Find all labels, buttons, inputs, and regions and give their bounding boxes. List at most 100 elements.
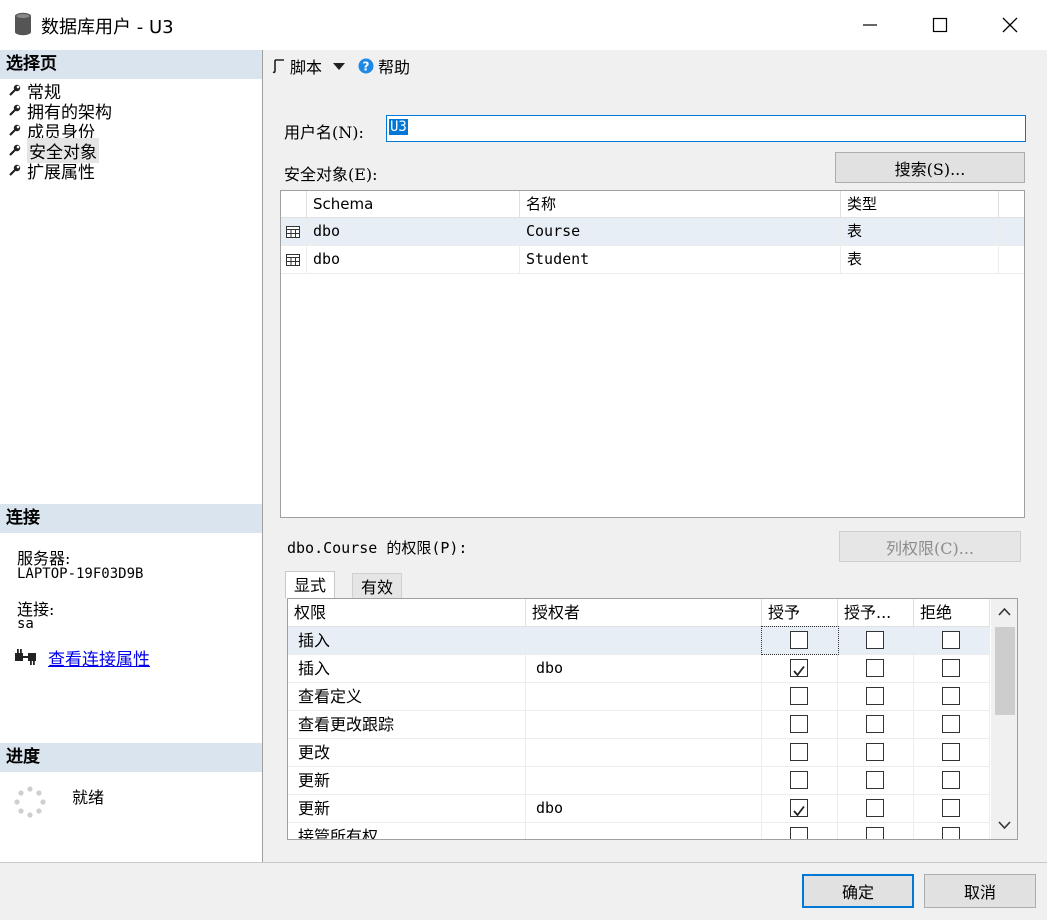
grant-checkbox[interactable] (790, 827, 808, 839)
cell-with-grant (838, 767, 914, 794)
cell-type: 表 (841, 218, 999, 245)
with-grant-checkbox[interactable] (866, 631, 884, 649)
deny-checkbox[interactable] (942, 659, 960, 677)
ok-button[interactable]: 确定 (802, 874, 914, 908)
cell-with-grant (838, 739, 914, 766)
with-grant-checkbox[interactable] (866, 659, 884, 677)
scroll-thumb[interactable] (995, 627, 1015, 715)
with-grant-checkbox[interactable] (866, 687, 884, 705)
scroll-up-icon[interactable] (998, 607, 1011, 616)
help-button[interactable]: ? 帮助 (358, 55, 410, 77)
cell-name: Student (520, 246, 841, 273)
permission-row[interactable]: 接管所有权 (288, 823, 990, 839)
column-header-type[interactable]: 类型 (841, 191, 999, 217)
permission-row[interactable]: 插入 dbo (288, 655, 990, 683)
column-header-name[interactable]: 名称 (520, 191, 841, 217)
permission-row[interactable]: 查看定义 (288, 683, 990, 711)
grant-checkbox[interactable] (790, 715, 808, 733)
cell-with-grant (838, 711, 914, 738)
cancel-button[interactable]: 取消 (924, 874, 1036, 908)
grant-checkbox[interactable] (790, 743, 808, 761)
svg-text:?: ? (363, 60, 370, 74)
with-grant-checkbox[interactable] (866, 771, 884, 789)
cell-deny (914, 627, 990, 654)
dropdown-arrow-icon[interactable] (332, 61, 346, 71)
deny-checkbox[interactable] (942, 771, 960, 789)
username-field[interactable]: U3 (386, 115, 1026, 142)
window-title: 数据库用户 - U3 (41, 17, 174, 38)
securables-grid: Schema 名称 类型 dbo Course 表 dbo Student 表 (280, 190, 1025, 518)
permission-row[interactable]: 查看更改跟踪 (288, 711, 990, 739)
table-row[interactable]: dbo Course 表 (281, 218, 1024, 246)
cell-with-grant (838, 627, 914, 654)
tab-effective[interactable]: 有效 (352, 573, 403, 598)
close-button[interactable] (980, 0, 1040, 50)
grant-checkbox[interactable] (790, 631, 808, 649)
cell-with-grant (838, 683, 914, 710)
with-grant-checkbox[interactable] (866, 799, 884, 817)
grant-checkbox[interactable] (790, 687, 808, 705)
maximize-button[interactable] (910, 0, 970, 50)
column-permissions-button[interactable]: 列权限(C)... (839, 531, 1021, 562)
cell-deny (914, 823, 990, 839)
deny-checkbox[interactable] (942, 743, 960, 761)
permission-row[interactable]: 更新 dbo (288, 795, 990, 823)
vertical-scrollbar[interactable] (991, 599, 1017, 839)
column-header-permission[interactable]: 权限 (288, 599, 526, 626)
grant-checkbox[interactable] (790, 799, 808, 817)
column-header-deny[interactable]: 拒绝 (914, 599, 990, 626)
cell-name: Course (520, 218, 841, 245)
cell-grantor (526, 683, 762, 710)
cell-grantor (526, 627, 762, 654)
cell-deny (914, 655, 990, 682)
minimize-button[interactable] (840, 0, 900, 50)
cell-schema: dbo (307, 218, 520, 245)
connection-value: sa (17, 616, 34, 632)
table-row[interactable]: dbo Student 表 (281, 246, 1024, 274)
permission-row[interactable]: 插入 (288, 626, 990, 655)
cell-permission: 接管所有权 (288, 823, 526, 839)
username-label: 用户名(N): (284, 123, 364, 142)
script-label: 脚本 (290, 58, 323, 77)
with-grant-checkbox[interactable] (866, 715, 884, 733)
checkmark-icon (793, 805, 805, 817)
cell-with-grant (838, 795, 914, 822)
column-header-schema[interactable]: Schema (307, 191, 520, 217)
cell-deny (914, 739, 990, 766)
permission-row[interactable]: 更改 (288, 739, 990, 767)
cell-grant (762, 767, 838, 794)
column-header-grant[interactable]: 授予 (762, 599, 838, 626)
cell-grantor: dbo (526, 655, 762, 682)
connection-header: 连接 (0, 504, 262, 533)
deny-checkbox[interactable] (942, 799, 960, 817)
cell-grantor (526, 739, 762, 766)
securables-label: 安全对象(E): (284, 165, 378, 184)
cell-grantor: dbo (526, 795, 762, 822)
permission-row[interactable]: 更新 (288, 767, 990, 795)
with-grant-checkbox[interactable] (866, 827, 884, 839)
deny-checkbox[interactable] (942, 715, 960, 733)
nav-item-extended-properties[interactable]: 扩展属性 (8, 160, 95, 183)
scroll-down-icon[interactable] (998, 821, 1011, 830)
search-button[interactable]: 搜索(S)... (835, 152, 1025, 183)
deny-checkbox[interactable] (942, 631, 960, 649)
grant-checkbox[interactable] (790, 659, 808, 677)
select-page-header: 选择页 (0, 50, 262, 79)
with-grant-checkbox[interactable] (866, 743, 884, 761)
script-icon (272, 59, 284, 74)
cell-grant (762, 739, 838, 766)
column-header-grantor[interactable]: 授权者 (526, 599, 762, 626)
deny-checkbox[interactable] (942, 827, 960, 839)
cell-deny (914, 795, 990, 822)
cell-grantor (526, 711, 762, 738)
grant-checkbox[interactable] (790, 771, 808, 789)
column-header-with-grant[interactable]: 授予... (838, 599, 914, 626)
row-table-icon-cell (281, 246, 307, 273)
view-connection-properties-link[interactable]: 查看连接属性 (48, 645, 150, 670)
username-value: U3 (389, 119, 408, 135)
table-icon (286, 226, 300, 238)
script-button[interactable]: 脚本 (271, 55, 346, 77)
cell-permission: 更新 (288, 767, 526, 794)
tab-explicit[interactable]: 显式 (285, 571, 336, 598)
deny-checkbox[interactable] (942, 687, 960, 705)
